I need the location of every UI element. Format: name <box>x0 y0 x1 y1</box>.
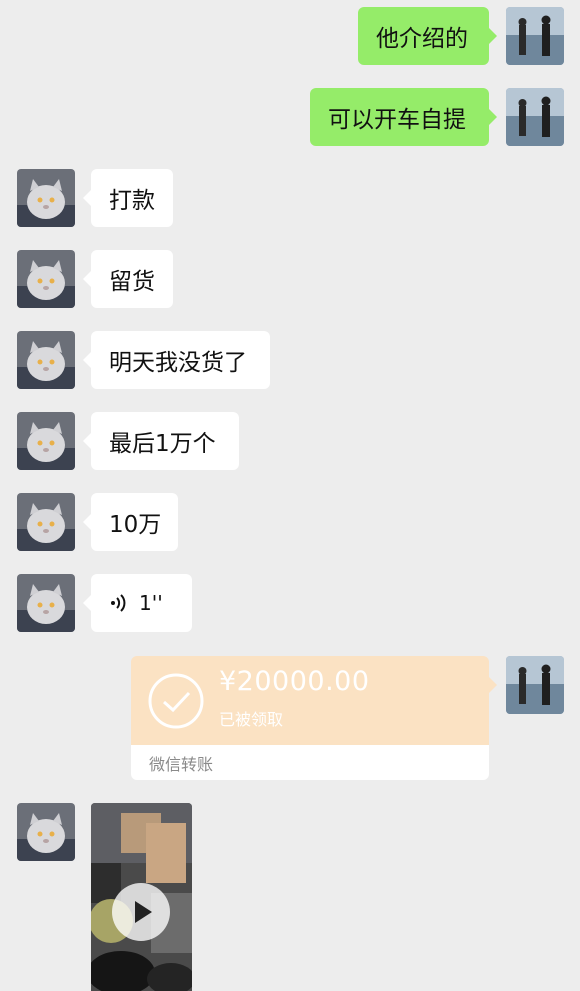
message-text: 10万 <box>109 512 162 538</box>
message-text: 最后1万个 <box>109 431 216 457</box>
wechat-transfer-card[interactable]: ¥20000.00 已被领取 微信转账 <box>131 656 497 780</box>
avatar-self[interactable] <box>506 7 564 65</box>
transfer-card-body: ¥20000.00 已被领取 <box>131 656 497 745</box>
avatar-self[interactable] <box>506 88 564 146</box>
message-text: 他介绍的 <box>376 26 468 52</box>
message-text: 明天我没货了 <box>109 350 247 376</box>
avatar-contact[interactable] <box>17 250 75 308</box>
avatar-contact[interactable] <box>17 331 75 389</box>
voice-message-bubble[interactable]: 1'' <box>83 574 192 632</box>
message-text: 可以开车自提 <box>328 107 466 133</box>
message-bubble-incoming[interactable]: 明天我没货了 <box>83 331 270 389</box>
check-circle-icon <box>148 673 204 729</box>
avatar-contact[interactable] <box>17 493 75 551</box>
message-bubble-incoming[interactable]: 打款 <box>83 169 173 227</box>
transfer-status: 已被领取 <box>219 710 284 729</box>
play-button[interactable] <box>112 883 170 941</box>
avatar-contact[interactable] <box>17 803 75 861</box>
avatar-self[interactable] <box>506 656 564 714</box>
message-bubble-incoming[interactable]: 10万 <box>83 493 178 551</box>
message-bubble-incoming[interactable]: 最后1万个 <box>83 412 239 470</box>
voice-wave-icon <box>111 594 126 612</box>
message-bubble-outgoing[interactable]: 可以开车自提 <box>310 88 497 146</box>
avatar-contact[interactable] <box>17 412 75 470</box>
message-text: 留货 <box>109 269 155 295</box>
message-text: 打款 <box>109 188 155 214</box>
chat-area: 他介绍的 可以开车自提 打款 留货 明天我没货了 最后1万个 10万 1'' ¥… <box>0 0 580 991</box>
avatar-contact[interactable] <box>17 169 75 227</box>
message-bubble-incoming[interactable]: 留货 <box>83 250 173 308</box>
play-icon <box>135 901 152 923</box>
transfer-footer: 微信转账 <box>131 745 489 780</box>
transfer-amount: ¥20000.00 <box>219 666 370 697</box>
message-bubble-outgoing[interactable]: 他介绍的 <box>358 7 497 65</box>
avatar-contact[interactable] <box>17 574 75 632</box>
voice-duration: 1'' <box>139 591 163 615</box>
video-message-thumbnail[interactable] <box>91 803 192 991</box>
